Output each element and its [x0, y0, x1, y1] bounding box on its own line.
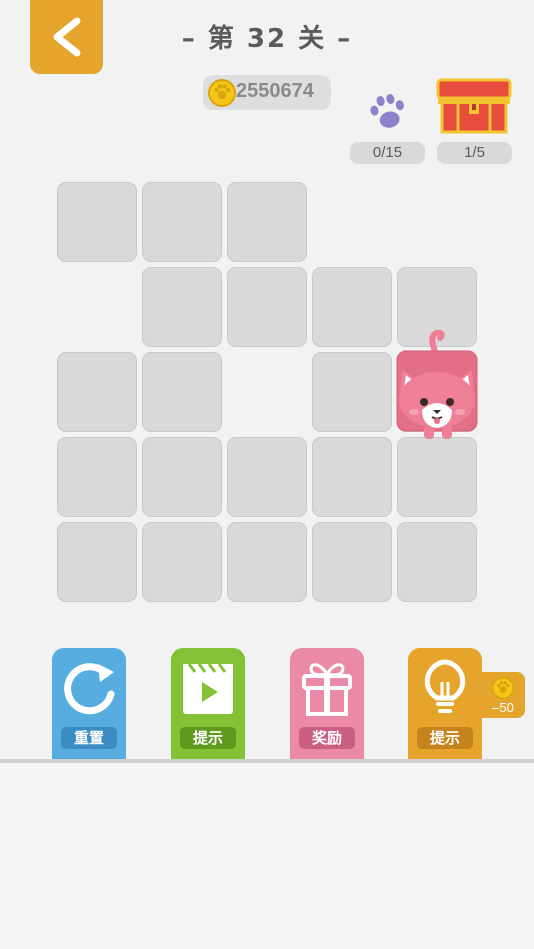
- board-tile[interactable]: [227, 182, 307, 262]
- hint-label: 提示: [417, 727, 473, 749]
- bottom-panel: [0, 763, 534, 949]
- reward-button[interactable]: 奖励: [290, 648, 364, 760]
- video-clapper-icon: [183, 663, 233, 714]
- board-tile[interactable]: [57, 437, 137, 517]
- board-tile[interactable]: [397, 522, 477, 602]
- reset-icon: [64, 663, 115, 715]
- board-tile[interactable]: [142, 437, 222, 517]
- video-hint-label: 提示: [180, 727, 236, 749]
- board-tile[interactable]: [312, 522, 392, 602]
- board-tile[interactable]: [142, 352, 222, 432]
- board-tile[interactable]: [312, 267, 392, 347]
- reset-button[interactable]: 重置: [52, 648, 126, 760]
- coin-value: 2550674: [236, 80, 314, 102]
- board-tile[interactable]: [227, 522, 307, 602]
- board-tile[interactable]: [227, 437, 307, 517]
- board-tile[interactable]: [227, 267, 307, 347]
- coin-icon: [208, 79, 236, 107]
- board-tile[interactable]: [142, 267, 222, 347]
- cat-character[interactable]: [392, 330, 482, 445]
- reward-label: 奖励: [299, 727, 355, 749]
- board-tile[interactable]: [57, 522, 137, 602]
- lightbulb-icon: [424, 659, 466, 713]
- video-hint-button[interactable]: 提示: [171, 648, 245, 760]
- coin-counter: 2550674: [203, 75, 331, 110]
- level-title: – 第 32 关 –: [181, 24, 353, 54]
- board-tile[interactable]: [312, 352, 392, 432]
- board-tile[interactable]: [312, 437, 392, 517]
- board-tile[interactable]: [57, 182, 137, 262]
- reset-label: 重置: [61, 727, 117, 749]
- board-tile[interactable]: [142, 522, 222, 602]
- treasure-chest-icon: [436, 78, 512, 134]
- board-tile[interactable]: [57, 352, 137, 432]
- paw-progress: 0/15: [350, 142, 425, 164]
- chest-progress: 1/5: [437, 142, 512, 164]
- hint-cost: –50: [492, 700, 514, 715]
- coin-icon: [491, 676, 515, 700]
- hint-button[interactable]: 提示: [408, 648, 482, 760]
- board-tile[interactable]: [142, 182, 222, 262]
- gift-icon: [302, 663, 352, 716]
- hint-cost-badge: –50: [481, 672, 525, 718]
- board-tile[interactable]: [397, 437, 477, 517]
- paw-icon: [370, 94, 404, 128]
